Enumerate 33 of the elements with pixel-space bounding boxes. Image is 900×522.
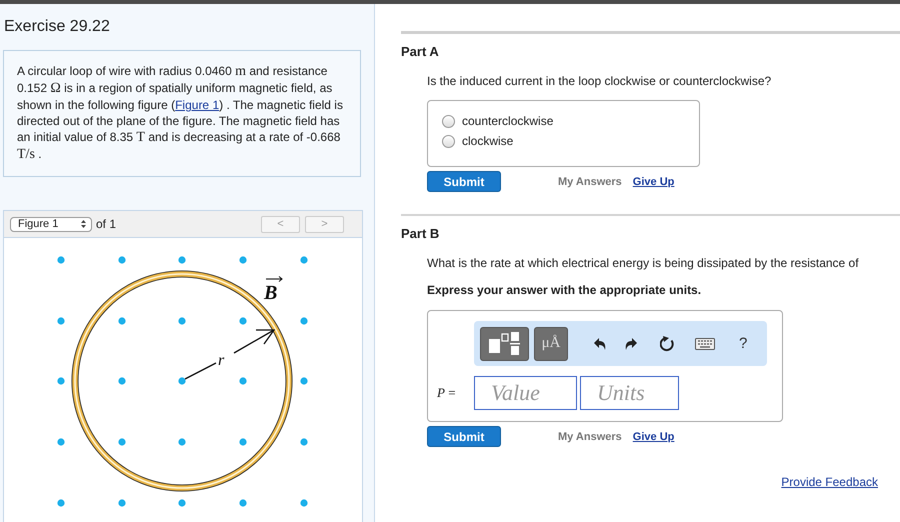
template-icon <box>489 332 520 355</box>
template-button[interactable] <box>480 326 529 360</box>
my-answers-link[interactable]: My Answers <box>558 430 622 442</box>
units-button[interactable]: μÅ <box>534 326 568 360</box>
value-field[interactable]: Value <box>474 376 577 410</box>
my-answers-link[interactable]: My Answers <box>558 176 622 188</box>
submit-button[interactable]: Submit <box>427 426 501 447</box>
give-up-link[interactable]: Give Up <box>632 176 674 188</box>
question-text: Is the induced current in the loop clockwise or counterclockwise? <box>427 74 772 88</box>
radio-button[interactable] <box>442 114 455 128</box>
feedback-link[interactable]: Provide Feedback <box>781 475 878 489</box>
instruction-text: Express your answer with the appropriate units. <box>427 283 702 297</box>
part-title: Part A <box>401 44 439 59</box>
problem-text: A circular loop of wire with radius 0.0460 m and resistance 0.152 Ω is in a region of spatially uniform magnetic field, as shown in the following figure (Figure 1) . The magnetic field is directed out of the plane of the figure. The magnetic field has an initial value of 8.35 T and is decreasing at a rate of -0.668 T/s . <box>17 63 344 163</box>
exercise-title: Exercise 29.22 <box>4 18 110 36</box>
submit-button[interactable]: Submit <box>427 171 501 192</box>
keyboard-icon[interactable] <box>695 338 715 350</box>
figure-link[interactable]: Figure 1 <box>175 98 220 112</box>
radius-label: r <box>218 352 224 369</box>
field-vector-label: B <box>264 276 283 304</box>
figure-select[interactable]: Figure 1 <box>10 216 92 232</box>
figure-count: of 1 <box>96 217 116 231</box>
reset-icon[interactable] <box>660 336 676 352</box>
units-field[interactable]: Units <box>580 376 679 410</box>
variable-label: P = <box>437 385 457 401</box>
radio-button[interactable] <box>442 134 455 148</box>
part-title: Part B <box>401 226 440 241</box>
question-text: What is the rate at which electrical energy is being dissipated by the resistance of <box>427 256 859 270</box>
help-button[interactable]: ? <box>739 335 748 352</box>
give-up-link[interactable]: Give Up <box>632 430 674 442</box>
updown-icon <box>80 219 87 229</box>
option-label[interactable]: counterclockwise <box>462 114 554 128</box>
option-label[interactable]: clockwise <box>462 134 514 148</box>
